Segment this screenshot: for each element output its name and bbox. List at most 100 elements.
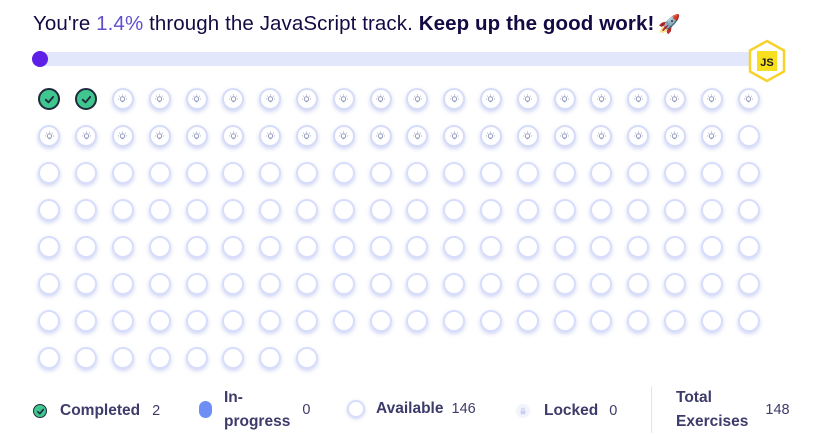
exercise-cell[interactable]: [289, 271, 326, 297]
available-exercise-circle[interactable]: [406, 310, 429, 332]
exercise-cell[interactable]: [215, 271, 252, 297]
exercise-cell[interactable]: [105, 160, 142, 186]
exercise-cell[interactable]: [473, 271, 510, 297]
exercise-cell[interactable]: [693, 86, 730, 112]
exercise-cell[interactable]: [31, 234, 68, 260]
available-exercise-circle[interactable]: [259, 236, 282, 258]
exercise-cell[interactable]: [583, 308, 620, 334]
exercise-cell[interactable]: [620, 123, 657, 149]
available-exercise-circle[interactable]: [111, 199, 134, 221]
available-exercise-circle[interactable]: [553, 199, 576, 221]
available-exercise-circle[interactable]: [222, 199, 245, 221]
available-exercise-icon[interactable]: [663, 88, 686, 110]
exercise-cell[interactable]: [141, 160, 178, 186]
exercise-cell[interactable]: [289, 345, 326, 371]
available-exercise-circle[interactable]: [148, 199, 171, 221]
exercise-cell[interactable]: [399, 123, 436, 149]
exercise-cell[interactable]: [325, 271, 362, 297]
exercise-cell[interactable]: [730, 160, 767, 186]
available-exercise-circle[interactable]: [332, 236, 355, 258]
available-exercise-circle[interactable]: [295, 310, 318, 332]
available-exercise-circle[interactable]: [553, 236, 576, 258]
available-exercise-circle[interactable]: [700, 310, 723, 332]
available-exercise-icon[interactable]: [406, 88, 429, 110]
available-exercise-circle[interactable]: [369, 310, 392, 332]
exercise-cell[interactable]: [546, 123, 583, 149]
available-exercise-circle[interactable]: [627, 273, 650, 295]
available-exercise-icon[interactable]: [443, 88, 466, 110]
exercise-cell[interactable]: [509, 234, 546, 260]
available-exercise-circle[interactable]: [737, 125, 760, 147]
available-exercise-icon[interactable]: [700, 88, 723, 110]
available-exercise-circle[interactable]: [185, 310, 208, 332]
available-exercise-circle[interactable]: [332, 273, 355, 295]
available-exercise-circle[interactable]: [75, 162, 98, 184]
available-exercise-circle[interactable]: [111, 236, 134, 258]
available-exercise-circle[interactable]: [443, 273, 466, 295]
exercise-cell[interactable]: [105, 123, 142, 149]
exercise-cell[interactable]: [325, 86, 362, 112]
exercise-cell[interactable]: [252, 234, 289, 260]
available-exercise-circle[interactable]: [443, 199, 466, 221]
available-exercise-circle[interactable]: [75, 199, 98, 221]
exercise-cell[interactable]: [215, 308, 252, 334]
available-exercise-circle[interactable]: [148, 273, 171, 295]
available-exercise-circle[interactable]: [700, 236, 723, 258]
available-exercise-icon[interactable]: [38, 125, 61, 147]
available-exercise-icon[interactable]: [479, 125, 502, 147]
available-exercise-circle[interactable]: [479, 273, 502, 295]
available-exercise-icon[interactable]: [332, 125, 355, 147]
available-exercise-circle[interactable]: [222, 162, 245, 184]
exercise-cell[interactable]: [620, 271, 657, 297]
exercise-cell[interactable]: [325, 123, 362, 149]
available-exercise-circle[interactable]: [553, 162, 576, 184]
available-exercise-icon[interactable]: [111, 125, 134, 147]
exercise-cell[interactable]: [178, 160, 215, 186]
exercise-cell[interactable]: [620, 86, 657, 112]
exercise-cell[interactable]: [436, 197, 473, 223]
available-exercise-circle[interactable]: [75, 273, 98, 295]
exercise-cell[interactable]: [215, 345, 252, 371]
exercise-cell[interactable]: [68, 86, 105, 112]
exercise-cell[interactable]: [215, 234, 252, 260]
available-exercise-circle[interactable]: [443, 236, 466, 258]
exercise-cell[interactable]: [399, 308, 436, 334]
available-exercise-circle[interactable]: [406, 199, 429, 221]
available-exercise-circle[interactable]: [663, 236, 686, 258]
available-exercise-circle[interactable]: [38, 236, 61, 258]
available-exercise-circle[interactable]: [259, 347, 282, 369]
exercise-cell[interactable]: [693, 123, 730, 149]
available-exercise-circle[interactable]: [332, 162, 355, 184]
exercise-cell[interactable]: [546, 86, 583, 112]
exercise-cell[interactable]: [509, 308, 546, 334]
available-exercise-icon[interactable]: [553, 88, 576, 110]
exercise-cell[interactable]: [141, 271, 178, 297]
completed-exercise-icon[interactable]: [38, 88, 61, 110]
available-exercise-icon[interactable]: [222, 88, 245, 110]
exercise-cell[interactable]: [68, 197, 105, 223]
available-exercise-circle[interactable]: [406, 273, 429, 295]
exercise-cell[interactable]: [399, 271, 436, 297]
exercise-cell[interactable]: [473, 123, 510, 149]
exercise-cell[interactable]: [68, 308, 105, 334]
exercise-cell[interactable]: [509, 197, 546, 223]
exercise-cell[interactable]: [31, 271, 68, 297]
exercise-cell[interactable]: [141, 308, 178, 334]
available-exercise-circle[interactable]: [590, 162, 613, 184]
exercise-cell[interactable]: [178, 197, 215, 223]
available-exercise-icon[interactable]: [627, 125, 650, 147]
exercise-cell[interactable]: [215, 123, 252, 149]
exercise-cell[interactable]: [362, 234, 399, 260]
available-exercise-icon[interactable]: [737, 88, 760, 110]
exercise-cell[interactable]: [215, 86, 252, 112]
available-exercise-circle[interactable]: [148, 347, 171, 369]
exercise-cell[interactable]: [693, 271, 730, 297]
available-exercise-icon[interactable]: [369, 88, 392, 110]
exercise-cell[interactable]: [509, 160, 546, 186]
available-exercise-circle[interactable]: [443, 310, 466, 332]
exercise-cell[interactable]: [436, 160, 473, 186]
exercise-cell[interactable]: [436, 86, 473, 112]
available-exercise-circle[interactable]: [295, 273, 318, 295]
exercise-cell[interactable]: [509, 271, 546, 297]
exercise-cell[interactable]: [730, 234, 767, 260]
